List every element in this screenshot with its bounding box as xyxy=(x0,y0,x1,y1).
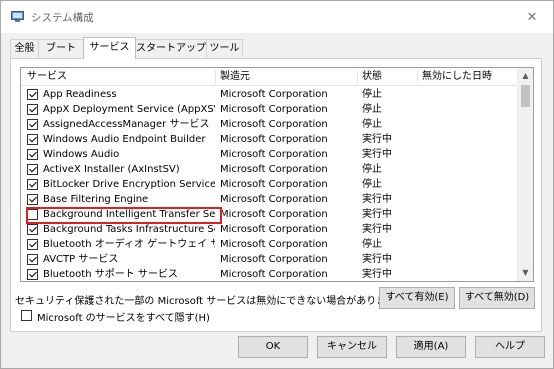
service-checkbox[interactable] xyxy=(27,209,38,220)
apply-button[interactable]: 適用(A) xyxy=(396,336,466,358)
service-name: Windows Audio Endpoint Builder xyxy=(43,134,206,145)
service-row[interactable]: Background Tasks Infrastructure Serv... M… xyxy=(21,222,517,237)
list-header: サービス 製造元 状態 無効にした日時 xyxy=(21,68,517,86)
service-name: AVCTP サービス xyxy=(43,254,119,265)
tab-general[interactable]: 全般 xyxy=(10,39,39,58)
vertical-scrollbar[interactable]: ▲ ▼ xyxy=(517,68,533,281)
service-manufacturer: Microsoft Corporation xyxy=(220,104,328,115)
service-checkbox[interactable] xyxy=(27,164,38,175)
service-status: 停止 xyxy=(362,119,382,130)
service-checkbox[interactable] xyxy=(27,104,38,115)
service-manufacturer: Microsoft Corporation xyxy=(220,149,328,160)
service-name: AssignedAccessManager サービス xyxy=(43,119,210,130)
column-header-status[interactable]: 状態 xyxy=(358,68,416,86)
service-name: Windows Audio xyxy=(43,149,120,160)
service-name: Bluetooth オーディオ ゲートウェイ サービス xyxy=(43,239,215,250)
service-row[interactable]: BitLocker Drive Encryption Service Micros… xyxy=(21,177,517,192)
service-checkbox[interactable] xyxy=(27,89,38,100)
service-name: ActiveX Installer (AxInstSV) xyxy=(43,164,180,175)
system-configuration-icon xyxy=(11,11,24,22)
service-checkbox[interactable] xyxy=(27,119,38,130)
help-button[interactable]: ヘルプ xyxy=(475,336,545,358)
tab-boot[interactable]: ブート xyxy=(38,39,84,58)
service-status: 実行中 xyxy=(362,194,392,205)
service-status: 停止 xyxy=(362,239,382,250)
service-manufacturer: Microsoft Corporation xyxy=(220,134,328,145)
services-panel: サービス 製造元 状態 無効にした日時 App Readiness Microso… xyxy=(10,58,542,332)
disable-all-button[interactable]: すべて無効(D) xyxy=(459,287,535,309)
service-status: 実行中 xyxy=(362,134,392,145)
close-icon: ✕ xyxy=(526,9,538,25)
service-manufacturer: Microsoft Corporation xyxy=(220,209,328,220)
column-header-service[interactable]: サービス xyxy=(23,68,213,86)
hide-microsoft-services-checkbox[interactable] xyxy=(21,310,32,321)
hide-microsoft-services-label: Microsoft のサービスをすべて隠す(H) xyxy=(37,313,210,324)
service-checkbox[interactable] xyxy=(27,194,38,205)
services-list: サービス 製造元 状態 無効にした日時 App Readiness Microso… xyxy=(20,67,534,282)
service-checkbox[interactable] xyxy=(27,134,38,145)
service-status: 実行中 xyxy=(362,269,392,280)
service-name: BitLocker Drive Encryption Service xyxy=(43,179,215,190)
service-manufacturer: Microsoft Corporation xyxy=(220,269,328,280)
service-status: 停止 xyxy=(362,164,382,175)
service-status: 停止 xyxy=(362,104,382,115)
service-manufacturer: Microsoft Corporation xyxy=(220,224,328,235)
service-row[interactable]: Base Filtering Engine Microsoft Corporati… xyxy=(21,192,517,207)
service-manufacturer: Microsoft Corporation xyxy=(220,164,328,175)
service-status: 実行中 xyxy=(362,224,392,235)
scroll-down-icon[interactable]: ▼ xyxy=(517,265,533,281)
service-status: 実行中 xyxy=(362,209,392,220)
tab-services[interactable]: サービス xyxy=(83,37,136,59)
service-manufacturer: Microsoft Corporation xyxy=(220,239,328,250)
service-row[interactable]: Windows Audio Microsoft Corporation 実行中 xyxy=(21,147,517,162)
service-row[interactable]: Windows Audio Endpoint Builder Microsoft … xyxy=(21,132,517,147)
service-row[interactable]: AVCTP サービス Microsoft Corporation 実行中 xyxy=(21,252,517,267)
service-status: 実行中 xyxy=(362,149,392,160)
ok-button[interactable]: OK xyxy=(238,336,308,358)
service-checkbox[interactable] xyxy=(27,179,38,190)
service-row[interactable]: AppX Deployment Service (AppXSVC) Microso… xyxy=(21,102,517,117)
scrollbar-thumb[interactable] xyxy=(521,85,530,107)
tab-tools[interactable]: ツール xyxy=(206,39,243,58)
column-header-disabled-date[interactable]: 無効にした日時 xyxy=(418,68,516,86)
scroll-up-icon[interactable]: ▲ xyxy=(517,68,533,84)
service-checkbox[interactable] xyxy=(27,269,38,280)
title-bar: システム構成 ✕ xyxy=(1,1,553,33)
service-name: AppX Deployment Service (AppXSVC) xyxy=(43,104,215,115)
service-checkbox[interactable] xyxy=(27,224,38,235)
service-manufacturer: Microsoft Corporation xyxy=(220,119,328,130)
window-title: システム構成 xyxy=(31,12,94,24)
service-manufacturer: Microsoft Corporation xyxy=(220,179,328,190)
service-row[interactable]: Background Intelligent Transfer Servi...… xyxy=(21,207,517,224)
protected-services-note: セキュリティ保護された一部の Microsoft サービスは無効にできない場合が… xyxy=(15,296,406,307)
service-name: App Readiness xyxy=(43,89,117,100)
service-status: 停止 xyxy=(362,89,382,100)
system-configuration-window: システム構成 ✕ 全般 ブート サービス スタートアップ ツール サービス 製造… xyxy=(0,0,554,369)
service-row[interactable]: App Readiness Microsoft Corporation 停止 xyxy=(21,87,517,102)
enable-all-button[interactable]: すべて有効(E) xyxy=(379,287,455,309)
service-row[interactable]: ActiveX Installer (AxInstSV) Microsoft Co… xyxy=(21,162,517,177)
cancel-button[interactable]: キャンセル xyxy=(317,336,387,358)
service-row[interactable]: Bluetooth オーディオ ゲートウェイ サービス Microsoft Cor… xyxy=(21,237,517,252)
service-manufacturer: Microsoft Corporation xyxy=(220,194,328,205)
service-checkbox[interactable] xyxy=(27,239,38,250)
service-row[interactable]: Bluetooth サポート サービス Microsoft Corporation… xyxy=(21,267,517,281)
tab-startup[interactable]: スタートアップ xyxy=(135,39,207,58)
close-button[interactable]: ✕ xyxy=(521,6,543,28)
service-manufacturer: Microsoft Corporation xyxy=(220,254,328,265)
service-manufacturer: Microsoft Corporation xyxy=(220,89,328,100)
service-checkbox[interactable] xyxy=(27,254,38,265)
service-checkbox[interactable] xyxy=(27,149,38,160)
service-name: Bluetooth サポート サービス xyxy=(43,269,178,280)
service-status: 実行中 xyxy=(362,254,392,265)
service-status: 停止 xyxy=(362,179,382,190)
service-name: Base Filtering Engine xyxy=(43,194,149,205)
column-header-manufacturer[interactable]: 製造元 xyxy=(216,68,356,86)
service-row[interactable]: AssignedAccessManager サービス Microsoft Corp… xyxy=(21,117,517,132)
service-name: Background Intelligent Transfer Servi... xyxy=(43,209,215,220)
service-name: Background Tasks Infrastructure Serv... xyxy=(43,224,215,235)
